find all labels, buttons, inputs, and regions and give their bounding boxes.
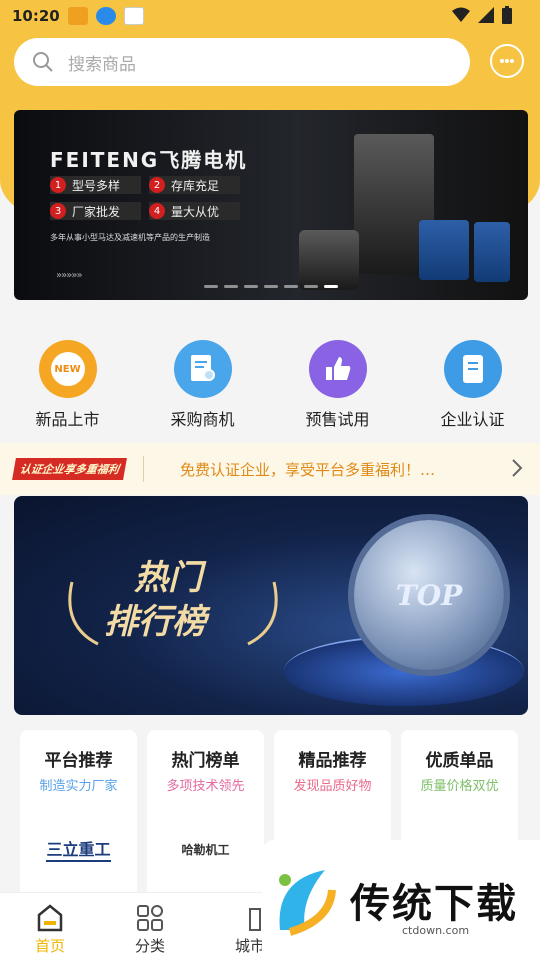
watermark-icon — [279, 870, 336, 936]
banner-feature: 2 存库充足 — [149, 176, 240, 194]
grid-icon — [137, 905, 163, 931]
laurel-icon — [68, 581, 99, 646]
card-subtitle: 质量价格双优 — [420, 779, 499, 794]
nav-label: 首页 — [34, 937, 65, 955]
card-hot-list[interactable]: 热门榜单 多项技术领先 哈勒机工 — [147, 730, 264, 900]
banner-features: 1 型号多样 2 存库充足 3 厂家批发 4 量大从优 — [50, 176, 240, 220]
new-badge-text: NEW — [50, 352, 85, 386]
carousel-dot[interactable] — [204, 285, 218, 288]
card-platform-recommend[interactable]: 平台推荐 制造实力厂家 三立重工 — [20, 730, 137, 900]
nav-label: 城市 — [234, 937, 265, 955]
quick-item-new-products[interactable]: NEW 新品上市 — [0, 340, 135, 430]
quick-item-label: 预售试用 — [305, 410, 370, 429]
nav-home[interactable]: 首页 — [0, 893, 100, 960]
carousel-dot[interactable] — [244, 285, 258, 288]
card-title: 热门榜单 — [171, 751, 240, 771]
chat-bubble-icon — [500, 59, 514, 63]
app-screen: 10:20 搜索商品 FEITENG飞腾电机 1 型号多样 2 存库充足 3 厂家批发… — [0, 0, 540, 960]
watermark-url: ctdown.com — [402, 924, 470, 937]
feature-number: 4 — [149, 203, 165, 219]
card-subtitle: 制造实力厂家 — [39, 779, 118, 794]
quick-menu: NEW 新品上市 采购商机 预售试用 企业认证 — [0, 340, 540, 430]
watermark-logo: 传统下载 ctdown.com — [262, 840, 540, 960]
notice-divider — [143, 456, 144, 482]
notice-bar[interactable]: 认证企业享多重福利 免费认证企业，享受平台多重福利！… — [0, 443, 540, 495]
carousel-dot[interactable] — [264, 285, 278, 288]
card-subtitle: 发现品质好物 — [293, 779, 372, 794]
banner-feature: 3 厂家批发 — [50, 202, 141, 220]
home-icon — [37, 904, 63, 932]
banner-arrows: »»»»» — [56, 270, 83, 281]
feature-text: 量大从优 — [171, 204, 220, 219]
laurel-icon — [247, 581, 278, 646]
status-indicators — [452, 6, 512, 24]
battery-icon — [502, 6, 512, 24]
banner-subtitle: 多年从事小型马达及减速机等产品的生产制造 — [50, 233, 210, 242]
hot-ranking-banner[interactable]: 热门 排行榜 TOP — [14, 496, 528, 715]
feature-number: 3 — [50, 203, 66, 219]
quick-item-procurement[interactable]: 采购商机 — [135, 340, 270, 430]
notice-text: 免费认证企业，享受平台多重福利！… — [180, 460, 436, 479]
carousel-dots — [204, 285, 338, 288]
document-search-icon — [173, 340, 232, 398]
ranking-title-line2: 排行榜 — [104, 602, 206, 642]
quick-item-label: 企业认证 — [440, 410, 505, 429]
carousel-dot-active[interactable] — [324, 285, 338, 288]
wifi-icon — [452, 7, 470, 22]
quick-item-label: 新品上市 — [35, 410, 100, 429]
search-icon — [33, 52, 53, 72]
app-notification-icon — [67, 7, 88, 25]
medal-text: TOP — [395, 578, 463, 612]
nav-category[interactable]: 分类 — [100, 893, 200, 960]
quick-item-certification[interactable]: 企业认证 — [405, 340, 540, 430]
banner-feature: 1 型号多样 — [50, 176, 141, 194]
feature-text: 厂家批发 — [72, 204, 121, 219]
download-notification-icon — [95, 7, 116, 25]
feature-text: 型号多样 — [72, 178, 121, 193]
signal-icon — [478, 7, 494, 23]
message-button[interactable] — [490, 44, 524, 78]
motor-image — [474, 222, 510, 282]
feature-number: 1 — [50, 177, 66, 193]
feature-number: 2 — [149, 177, 165, 193]
status-bar: 10:20 — [0, 0, 540, 32]
feature-text: 存库充足 — [171, 178, 220, 193]
city-icon — [249, 908, 261, 931]
company-logo: 三立重工 — [46, 824, 111, 874]
logo-text: 哈勒机工 — [181, 842, 230, 857]
carousel-dot[interactable] — [284, 285, 298, 288]
top-medal: TOP — [354, 520, 504, 670]
search-input[interactable]: 搜索商品 — [14, 38, 470, 86]
company-logo: 哈勒机工 — [181, 824, 229, 874]
search-placeholder: 搜索商品 — [68, 54, 136, 75]
card-title: 优质单品 — [425, 751, 494, 771]
ranking-title: 热门 排行榜 — [104, 556, 206, 644]
logo-text: 三立重工 — [46, 836, 111, 862]
card-subtitle: 多项技术领先 — [166, 779, 245, 794]
card-title: 精品推荐 — [298, 751, 367, 771]
app-notification-icon-2 — [123, 7, 144, 25]
motor-image — [419, 220, 469, 280]
chevron-right-icon[interactable] — [510, 457, 524, 479]
quick-item-presale[interactable]: 预售试用 — [270, 340, 405, 430]
banner-feature: 4 量大从优 — [149, 202, 240, 220]
new-badge-icon: NEW — [38, 340, 97, 398]
status-time: 10:20 — [12, 7, 60, 25]
notice-tag: 认证企业享多重福利 — [12, 458, 127, 480]
carousel-dot[interactable] — [304, 285, 318, 288]
card-title: 平台推荐 — [44, 751, 113, 771]
nav-label: 分类 — [134, 937, 165, 955]
ranking-title-line1: 热门 — [134, 558, 202, 598]
motor-image — [299, 230, 359, 290]
quick-item-label: 采购商机 — [170, 410, 235, 429]
thumbs-up-icon — [308, 340, 367, 398]
banner-brand: FEITENG飞腾电机 — [50, 148, 248, 172]
promo-banner[interactable]: FEITENG飞腾电机 1 型号多样 2 存库充足 3 厂家批发 4 量大从优 多年从事… — [14, 110, 528, 300]
watermark-text: 传统下载 — [350, 881, 518, 927]
document-icon — [443, 340, 502, 398]
carousel-dot[interactable] — [224, 285, 238, 288]
